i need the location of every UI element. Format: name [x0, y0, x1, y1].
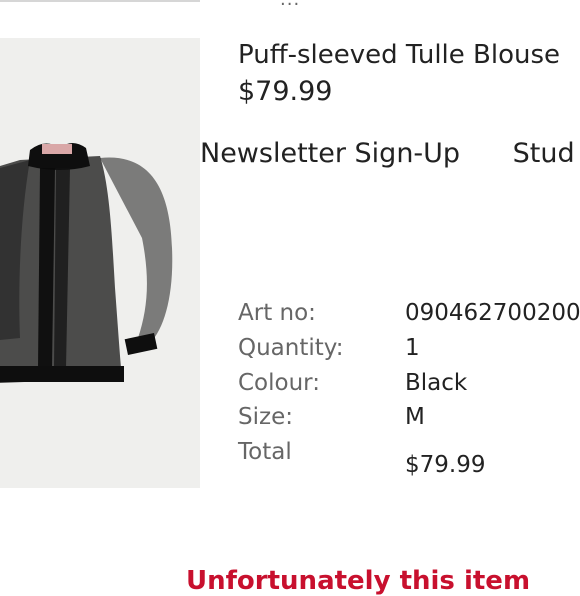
- total-label: Total: [238, 439, 292, 465]
- more-options-icon[interactable]: ···: [280, 0, 300, 15]
- quantity-value: 1: [405, 335, 420, 361]
- nav-link-students[interactable]: Stud: [513, 138, 575, 169]
- nav-link-newsletter[interactable]: Newsletter Sign-Up: [200, 138, 460, 169]
- blouse-image-graphic: [0, 143, 173, 383]
- top-divider: [0, 0, 200, 2]
- colour-value: Black: [405, 370, 468, 396]
- product-image[interactable]: [0, 38, 200, 488]
- product-title: Puff-sleeved Tulle Blouse: [238, 40, 561, 70]
- size-label: Size:: [238, 404, 293, 430]
- product-price: $79.99: [238, 76, 333, 107]
- total-value: $79.99: [405, 452, 486, 478]
- art-no-value: 090462700200: [405, 300, 580, 326]
- footer-nav: Newsletter Sign-Up Stud: [200, 138, 575, 169]
- art-no-label: Art no:: [238, 300, 316, 326]
- size-value: M: [405, 404, 425, 430]
- colour-label: Colour:: [238, 370, 320, 396]
- availability-notice: Unfortunately this item: [186, 566, 531, 596]
- quantity-label: Quantity:: [238, 335, 344, 361]
